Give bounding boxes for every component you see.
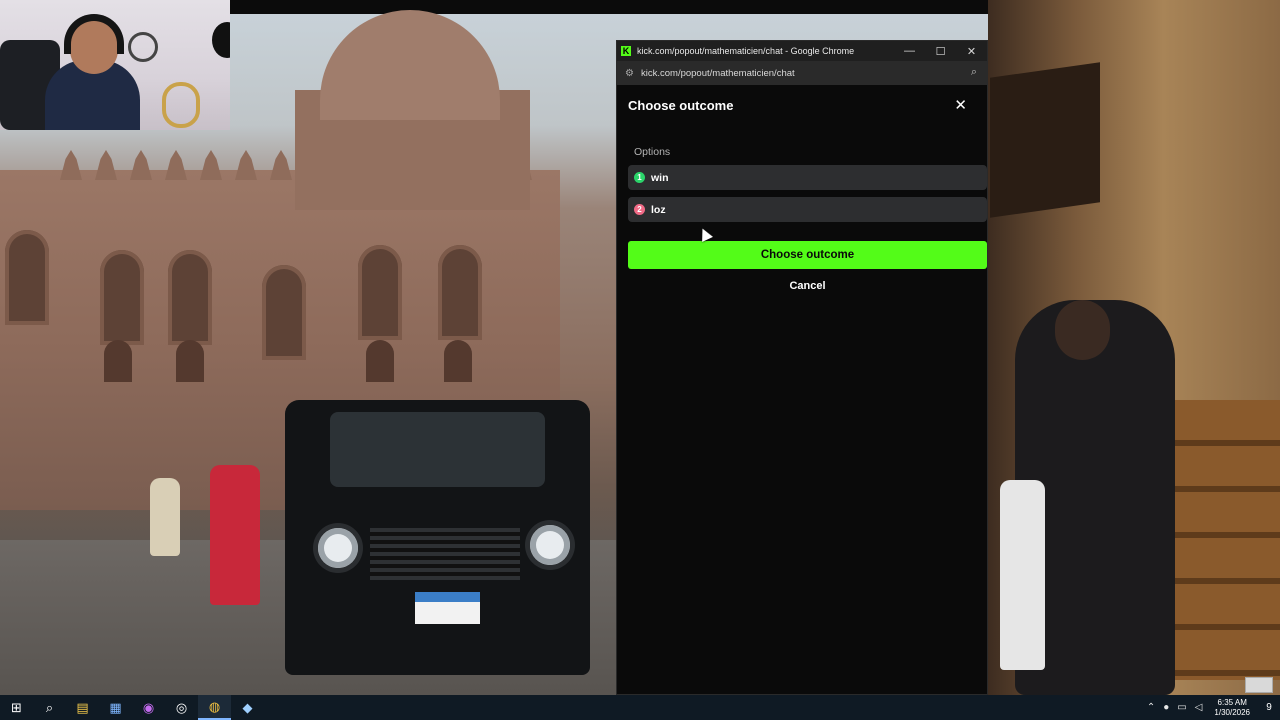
show-desktop-thumbnail[interactable]: [1245, 677, 1273, 693]
option-label: loz: [651, 203, 666, 216]
license-plate: [415, 592, 480, 624]
volume-icon[interactable]: ◁: [1195, 702, 1203, 713]
choose-outcome-dialog: Choose outcome ✕ Options 1 win 2 loz Cho…: [617, 85, 987, 292]
window-small: [176, 340, 204, 382]
crenellation: [200, 150, 222, 180]
crenellation: [60, 150, 82, 180]
window-arch: [262, 265, 306, 360]
option-number-badge: 2: [634, 204, 645, 215]
crenellation: [165, 150, 187, 180]
system-tray: ⌃ ● ▭ ◁ 6:35 AM 1/30/2026 9: [1143, 695, 1280, 720]
dome: [320, 10, 500, 120]
store-icon[interactable]: ▦: [99, 695, 132, 720]
pedestrian-red-jacket: [210, 465, 260, 605]
crenellation: [95, 150, 117, 180]
close-icon[interactable]: ✕: [954, 96, 967, 114]
crenellation: [270, 150, 292, 180]
obs-icon[interactable]: ◎: [165, 695, 198, 720]
dark-object: [212, 22, 230, 58]
site-settings-icon[interactable]: ⚙: [625, 68, 641, 79]
chrome-popup-window[interactable]: K kick.com/popout/mathematicien/chat - G…: [616, 40, 988, 695]
options-label: Options: [634, 146, 671, 158]
microphone-icon[interactable]: ●: [1163, 702, 1169, 713]
option-number-badge: 1: [634, 172, 645, 183]
window-arch: [5, 230, 49, 325]
wall-clock: [128, 32, 158, 62]
window-controls: — ☐ ✕: [894, 41, 987, 61]
zoom-icon[interactable]: ⌕: [971, 66, 977, 79]
search-icon[interactable]: ⌕: [33, 695, 66, 720]
option-label: win: [651, 171, 669, 184]
man-head: [1055, 300, 1110, 360]
pedestrian: [150, 478, 180, 556]
suv-grille: [370, 528, 520, 580]
notification-center-icon[interactable]: 9: [1258, 699, 1280, 717]
cancel-button[interactable]: Cancel: [628, 280, 987, 292]
messenger-icon[interactable]: ◉: [132, 695, 165, 720]
window-arch: [438, 245, 482, 340]
maximize-button[interactable]: ☐: [925, 41, 956, 61]
shop-sign: [990, 62, 1100, 218]
url-text[interactable]: kick.com/popout/mathematicien/chat: [641, 68, 795, 79]
clock-date: 1/30/2026: [1214, 707, 1250, 717]
option-loz[interactable]: 2 loz: [628, 197, 987, 222]
start-icon[interactable]: ⊞: [0, 695, 33, 720]
file-explorer-icon[interactable]: ▤: [66, 695, 99, 720]
child-pedestrian: [1000, 480, 1045, 670]
clock-time: 6:35 AM: [1217, 697, 1247, 707]
chrome-icon[interactable]: ◍: [198, 695, 231, 720]
webcam-overlay: [0, 0, 230, 130]
window-arch: [358, 245, 402, 340]
suv-windshield: [330, 412, 545, 487]
window-small: [366, 340, 394, 382]
window-arch: [100, 250, 144, 345]
minimize-button[interactable]: —: [894, 41, 925, 61]
chevron-up-icon[interactable]: ⌃: [1147, 702, 1155, 713]
kick-logo-icon: K: [621, 46, 631, 56]
crenellation: [130, 150, 152, 180]
suv-headlight: [530, 525, 570, 565]
headset: [64, 14, 124, 54]
network-icon[interactable]: ▭: [1177, 702, 1186, 713]
barrels: [1160, 400, 1280, 680]
desktop: K kick.com/popout/mathematicien/chat - G…: [0, 0, 1280, 720]
window-title: kick.com/popout/mathematicien/chat - Goo…: [637, 46, 855, 56]
suv-headlight: [318, 528, 358, 568]
notification-count: 9: [1266, 702, 1272, 713]
close-window-button[interactable]: ✕: [956, 41, 987, 61]
dialog-header: Choose outcome ✕: [628, 85, 976, 125]
window-small: [444, 340, 472, 382]
window-titlebar[interactable]: K kick.com/popout/mathematicien/chat - G…: [617, 41, 987, 61]
address-bar[interactable]: ⚙ kick.com/popout/mathematicien/chat ⌕: [617, 61, 987, 85]
choose-outcome-button[interactable]: Choose outcome: [628, 241, 987, 269]
window-small: [104, 340, 132, 382]
windows-taskbar: ⊞ ⌕ ▤ ▦ ◉ ◎ ◍ ◆ ⌃ ● ▭ ◁ 6:35 AM 1/30/202…: [0, 695, 1280, 720]
wall-mirror: [162, 82, 200, 128]
crenellation: [235, 150, 257, 180]
option-win[interactable]: 1 win: [628, 165, 987, 190]
clock[interactable]: 6:35 AM 1/30/2026: [1214, 698, 1250, 718]
steam-icon[interactable]: ◆: [231, 695, 264, 720]
window-arch: [168, 250, 212, 345]
dialog-title: Choose outcome: [628, 97, 734, 113]
